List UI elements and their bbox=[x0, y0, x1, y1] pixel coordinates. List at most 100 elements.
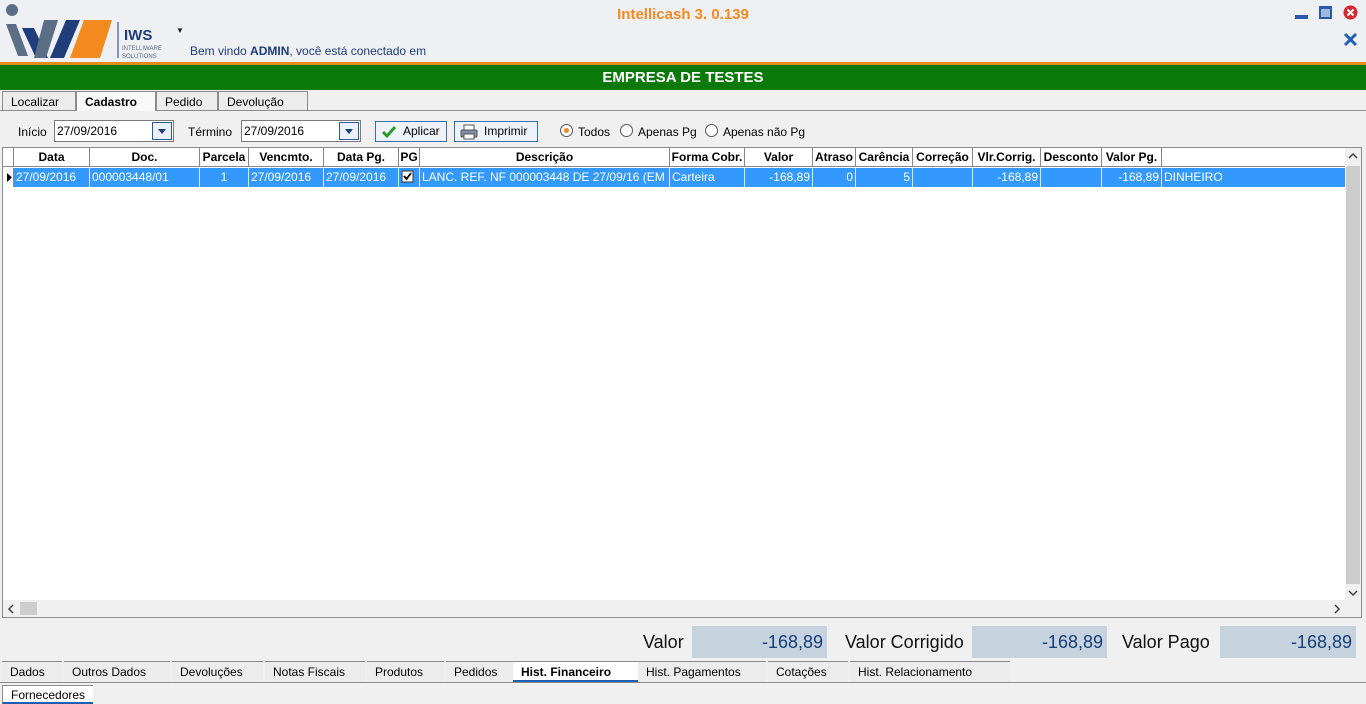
col-header-valor-pg[interactable]: Valor Pg. bbox=[1102, 148, 1162, 167]
cell-carencia[interactable]: 5 bbox=[856, 168, 913, 187]
radio-apenas-pg-label: Apenas Pg bbox=[638, 125, 697, 139]
inicio-label: Início bbox=[18, 125, 47, 139]
col-header-atraso[interactable]: Atraso bbox=[813, 148, 856, 167]
logo-subtitle-2: SOLUTIONS bbox=[122, 54, 157, 60]
table-row[interactable]: 27/09/2016 000003448/01 1 27/09/2016 27/… bbox=[3, 168, 1348, 187]
tab-localizar[interactable]: Localizar bbox=[2, 91, 76, 111]
termino-date-field[interactable]: 27/09/2016 bbox=[241, 120, 361, 142]
tab-cadastro[interactable]: Cadastro bbox=[76, 91, 156, 111]
cell-atraso[interactable]: 0 bbox=[813, 168, 856, 187]
inicio-date-value: 27/09/2016 bbox=[57, 124, 118, 138]
cell-vlr-corrig[interactable]: -168,89 bbox=[973, 168, 1041, 187]
cell-correcao[interactable] bbox=[913, 168, 973, 187]
tab-pedidos[interactable]: Pedidos bbox=[446, 661, 514, 682]
tab-fornecedores[interactable]: Fornecedores bbox=[2, 685, 94, 704]
cell-parcela[interactable]: 1 bbox=[200, 168, 249, 187]
col-header-data-pg[interactable]: Data Pg. bbox=[324, 148, 399, 167]
radio-todos-label: Todos bbox=[578, 125, 611, 139]
maximize-icon[interactable] bbox=[1318, 5, 1333, 20]
printer-icon bbox=[460, 124, 478, 146]
tab-produtos[interactable]: Produtos bbox=[367, 661, 444, 682]
termino-date-value: 27/09/2016 bbox=[244, 124, 305, 138]
cell-extra[interactable]: DINHEIRO bbox=[1162, 168, 1348, 187]
chevron-down-icon[interactable]: ▼ bbox=[176, 26, 184, 35]
radio-apenas-nao-pg-label: Apenas não Pg bbox=[723, 125, 806, 139]
col-header-desconto[interactable]: Desconto bbox=[1041, 148, 1102, 167]
close-app-icon[interactable] bbox=[1343, 5, 1358, 20]
logo-text: IWS bbox=[124, 27, 152, 44]
company-name: EMPRESA DE TESTES bbox=[0, 65, 1366, 90]
cell-valor[interactable]: -168,89 bbox=[745, 168, 813, 187]
col-header-vlr-corrig[interactable]: Vlr.Corrig. bbox=[973, 148, 1041, 167]
col-header-vencmto[interactable]: Vencmto. bbox=[249, 148, 324, 167]
close-form-icon[interactable] bbox=[1343, 32, 1358, 47]
cell-forma-cobr[interactable]: Carteira bbox=[670, 168, 745, 187]
financial-history-grid[interactable]: Data Doc. Parcela Vencmto. Data Pg. PG D… bbox=[2, 147, 1362, 618]
tabs-divider bbox=[0, 110, 1366, 111]
inicio-date-field[interactable]: 27/09/2016 bbox=[54, 120, 174, 142]
minimize-icon[interactable] bbox=[1294, 5, 1309, 20]
col-header-correcao[interactable]: Correção bbox=[913, 148, 973, 167]
totals-bar: Valor -168,89 Valor Corrigido -168,89 Va… bbox=[0, 624, 1366, 660]
col-header-extra bbox=[1162, 148, 1347, 167]
header: IWS INTELLIWARE SOLUTIONS ▼ Bem vindo AD… bbox=[0, 0, 1366, 64]
cell-vencmto[interactable]: 27/09/2016 bbox=[249, 168, 324, 187]
col-header-descricao[interactable]: Descrição bbox=[420, 148, 670, 167]
app-title: Intellicash 3. 0.139 bbox=[617, 6, 749, 23]
top-tabs: Localizar Cadastro Pedido Devolução bbox=[0, 91, 1366, 111]
tab-cotacoes[interactable]: Cotações bbox=[768, 661, 848, 682]
valor-corrigido-field: -168,89 bbox=[972, 626, 1107, 658]
cell-desconto[interactable] bbox=[1041, 168, 1102, 187]
col-header-valor[interactable]: Valor bbox=[745, 148, 813, 167]
aplicar-label: Aplicar bbox=[403, 124, 440, 138]
col-header-pg[interactable]: PG bbox=[399, 148, 420, 167]
cell-data-pg[interactable]: 27/09/2016 bbox=[324, 168, 399, 187]
termino-label: Término bbox=[188, 125, 233, 139]
tab-hist-financeiro[interactable]: Hist. Financeiro bbox=[513, 661, 638, 682]
row-pointer-icon bbox=[3, 168, 14, 187]
imprimir-label: Imprimir bbox=[484, 124, 528, 138]
radio-todos[interactable] bbox=[560, 124, 573, 137]
filter-bar: Início 27/09/2016 Término 27/09/2016 Apl… bbox=[0, 118, 1366, 146]
valor-pago-label: Valor Pago bbox=[1122, 632, 1210, 652]
bottom-tabs-divider bbox=[0, 682, 1366, 683]
vertical-scrollbar[interactable] bbox=[1345, 148, 1361, 600]
col-header-carencia[interactable]: Carência bbox=[856, 148, 913, 167]
cell-pg-checkbox[interactable] bbox=[399, 168, 420, 187]
valor-total-label: Valor bbox=[643, 632, 684, 652]
col-header-doc[interactable]: Doc. bbox=[90, 148, 200, 167]
welcome-user: ADMIN bbox=[250, 44, 290, 58]
aplicar-button[interactable]: Aplicar bbox=[375, 121, 447, 142]
cell-descricao[interactable]: LANC. REF. NF 000003448 DE 27/09/16 (EM bbox=[420, 168, 670, 187]
tab-hist-relacionamento[interactable]: Hist. Relacionamento bbox=[850, 661, 1010, 682]
cell-data[interactable]: 27/09/2016 bbox=[14, 168, 90, 187]
checkmark-icon bbox=[381, 124, 397, 146]
tab-outros-dados[interactable]: Outros Dados bbox=[64, 661, 170, 682]
valor-corrigido-label: Valor Corrigido bbox=[845, 632, 964, 652]
radio-apenas-pg[interactable] bbox=[620, 124, 633, 137]
valor-pago-field: -168,89 bbox=[1220, 626, 1356, 658]
col-header-data[interactable]: Data bbox=[14, 148, 90, 167]
row-indicator-header bbox=[3, 148, 14, 167]
inicio-dropdown-button[interactable] bbox=[152, 122, 172, 140]
radio-apenas-nao-pg[interactable] bbox=[705, 124, 718, 137]
cell-doc[interactable]: 000003448/01 bbox=[90, 168, 200, 187]
tab-dados[interactable]: Dados bbox=[2, 661, 62, 682]
tab-hist-pagamentos[interactable]: Hist. Pagamentos bbox=[638, 661, 766, 682]
imprimir-button[interactable]: Imprimir bbox=[454, 121, 538, 142]
welcome-message: Bem vindo ADMIN, você está conectado em bbox=[190, 44, 426, 58]
tab-devolucoes[interactable]: Devoluções bbox=[172, 661, 263, 682]
tab-devolucao[interactable]: Devolução bbox=[218, 91, 308, 111]
termino-dropdown-button[interactable] bbox=[339, 122, 359, 140]
detail-tabs: Dados Outros Dados Devoluções Notas Fisc… bbox=[0, 661, 1366, 683]
welcome-prefix: Bem vindo bbox=[190, 44, 251, 58]
tab-pedido[interactable]: Pedido bbox=[156, 91, 218, 111]
app-window: IWS INTELLIWARE SOLUTIONS ▼ Bem vindo AD… bbox=[0, 0, 1366, 704]
valor-total-field: -168,89 bbox=[692, 626, 827, 658]
col-header-forma-cobr[interactable]: Forma Cobr. bbox=[670, 148, 745, 167]
col-header-parcela[interactable]: Parcela bbox=[200, 148, 249, 167]
cell-valor-pg[interactable]: -168,89 bbox=[1102, 168, 1162, 187]
welcome-suffix: , você está conectado em bbox=[289, 44, 427, 58]
horizontal-scrollbar[interactable] bbox=[3, 600, 1361, 617]
tab-notas-fiscais[interactable]: Notas Fiscais bbox=[265, 661, 365, 682]
